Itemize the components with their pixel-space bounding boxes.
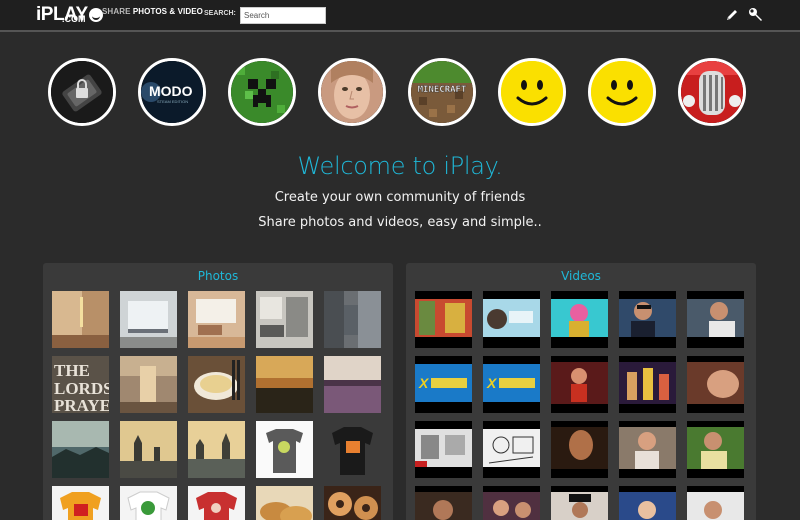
photo-thumb[interactable] <box>324 291 381 348</box>
photo-thumb[interactable] <box>52 291 109 348</box>
video-thumb[interactable] <box>415 421 472 478</box>
photo-thumb[interactable] <box>256 421 313 478</box>
welcome-line-1: Create your own community of friends <box>274 190 526 205</box>
photo-thumb[interactable] <box>324 486 381 520</box>
tagline: SHARE PHOTOS & VIDEO <box>102 8 203 16</box>
wrench-icon[interactable] <box>748 7 764 23</box>
photos-panel: Photos THE LORDS PRAYE <box>43 263 393 520</box>
video-thumb[interactable] <box>619 421 676 478</box>
avatar-creeper[interactable] <box>228 58 296 126</box>
photo-thumb[interactable] <box>324 421 381 478</box>
photo-thumb[interactable] <box>188 421 245 478</box>
video-thumb[interactable]: X <box>415 356 472 413</box>
avatar-lock[interactable] <box>48 58 116 126</box>
video-thumb[interactable] <box>619 291 676 348</box>
avatar-smiley-2[interactable] <box>588 58 656 126</box>
photo-thumb[interactable] <box>52 421 109 478</box>
video-thumb[interactable] <box>483 486 540 520</box>
video-thumb[interactable]: X <box>483 356 540 413</box>
photo-thumb[interactable] <box>120 486 177 520</box>
tagline-share: SHARE <box>102 7 131 16</box>
logo-smiley-icon <box>88 8 103 22</box>
photo-thumb[interactable] <box>256 356 313 413</box>
video-thumb[interactable] <box>551 421 608 478</box>
video-thumb[interactable] <box>619 356 676 413</box>
avatar-smiley-1[interactable] <box>498 58 566 126</box>
video-thumb[interactable] <box>687 486 744 520</box>
avatar-minecraft[interactable]: MINECRAFT <box>408 58 476 126</box>
photo-thumb[interactable] <box>188 356 245 413</box>
video-thumb[interactable] <box>551 486 608 520</box>
svg-text:STEAM EDITION: STEAM EDITION <box>157 99 188 104</box>
video-thumb[interactable] <box>415 291 472 348</box>
avatar-face[interactable] <box>318 58 386 126</box>
photo-thumb[interactable] <box>188 486 245 520</box>
logo-com: .COM <box>62 14 86 24</box>
video-thumb[interactable] <box>483 291 540 348</box>
video-thumb[interactable] <box>619 486 676 520</box>
avatar-minecraft-text: MINECRAFT <box>418 85 467 95</box>
photo-thumb[interactable]: THE LORDS PRAYE <box>52 356 109 413</box>
video-thumb[interactable] <box>687 356 744 413</box>
photo-thumb[interactable] <box>324 356 381 413</box>
avatar-modo[interactable]: MODO STEAM EDITION <box>138 58 206 126</box>
search-label: SEARCH: <box>204 10 236 17</box>
photo-thumb[interactable] <box>120 421 177 478</box>
photo-thumb[interactable] <box>256 486 313 520</box>
welcome-title: Welcome to iPlay. <box>297 152 503 180</box>
welcome-line-2: Share photos and videos, easy and simple… <box>258 215 542 230</box>
svg-text:X: X <box>486 375 498 391</box>
video-thumb[interactable] <box>551 291 608 348</box>
photo-thumb[interactable] <box>256 291 313 348</box>
video-thumb[interactable] <box>687 291 744 348</box>
video-thumb[interactable] <box>415 486 472 520</box>
search-input[interactable] <box>240 7 326 24</box>
video-thumb[interactable] <box>687 421 744 478</box>
svg-text:THE: THE <box>54 361 90 380</box>
photo-thumb[interactable] <box>120 356 177 413</box>
svg-text:PRAYE: PRAYE <box>54 396 109 413</box>
photo-thumb[interactable] <box>52 486 109 520</box>
video-thumb[interactable] <box>483 421 540 478</box>
top-bar: iPLAY .COM SHARE PHOTOS & VIDEO SEARCH: <box>0 0 800 32</box>
avatar-modo-text: MODO <box>149 83 193 99</box>
avatar-car-grille[interactable] <box>678 58 746 126</box>
video-thumb[interactable] <box>551 356 608 413</box>
pencil-icon[interactable] <box>724 7 740 23</box>
photos-title[interactable]: Photos <box>43 269 393 283</box>
svg-text:X: X <box>418 375 430 391</box>
videos-title[interactable]: Videos <box>406 269 756 283</box>
tagline-rest: PHOTOS & VIDEO <box>132 7 203 16</box>
photo-thumb[interactable] <box>188 291 245 348</box>
videos-panel: Videos X X <box>406 263 756 520</box>
photo-thumb[interactable] <box>120 291 177 348</box>
